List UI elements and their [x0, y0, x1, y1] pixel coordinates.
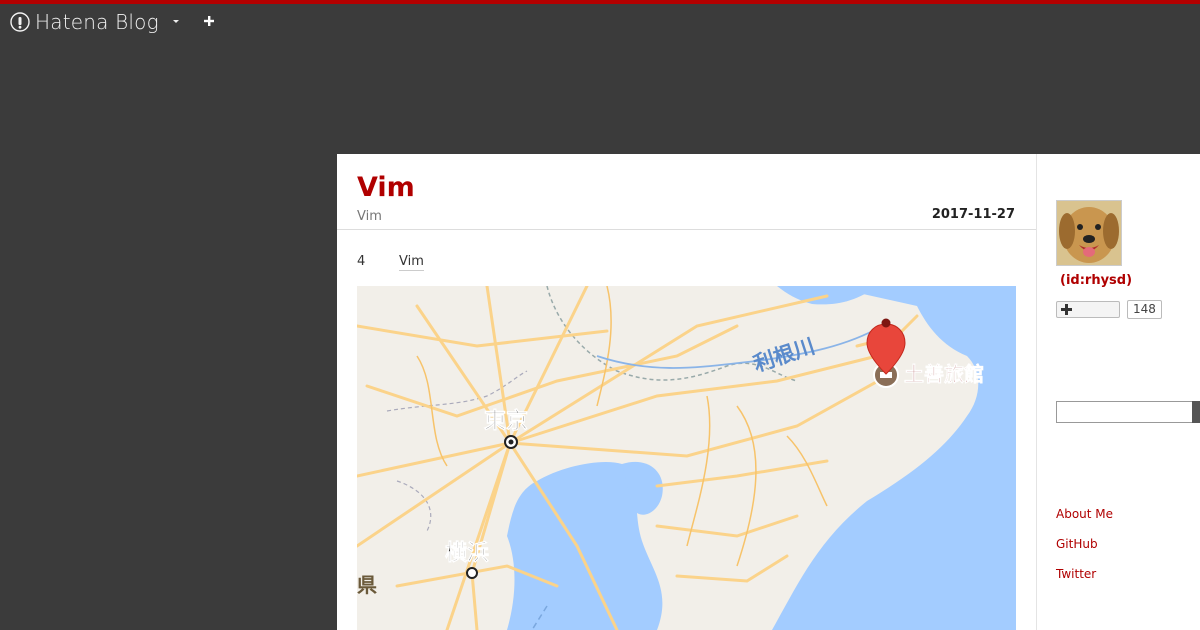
sidebar-link-github[interactable]: GitHub — [1056, 537, 1098, 551]
map-label-yokohama: 横浜 — [445, 541, 489, 566]
sidebar-link-about-me[interactable]: About Me — [1056, 507, 1113, 521]
map-label-inn[interactable]: 土善旅館 — [904, 362, 985, 387]
hatena-blog-logo[interactable]: Hatena Blog — [10, 10, 159, 34]
meta-tag-link[interactable]: Vim — [399, 254, 424, 271]
sidebar: (id:rhysd) 148 About Me GitHub Twitter — [1036, 154, 1200, 630]
post-title[interactable]: Vim — [357, 172, 415, 203]
plus-icon[interactable] — [203, 15, 215, 27]
global-navbar: Hatena Blog — [0, 4, 1200, 40]
search-input[interactable] — [1056, 401, 1193, 423]
caret-down-icon[interactable] — [170, 15, 182, 27]
brand-name: Hatena Blog — [35, 10, 159, 34]
map-label-prefecture: 県 — [357, 573, 377, 597]
user-avatar[interactable] — [1056, 200, 1122, 266]
article-main: Vim Vim 2017-11-27 4 Vim 利根川 東京 横浜 県 土善旅… — [337, 154, 1036, 630]
follower-count: 148 — [1127, 300, 1162, 319]
map-label-tokyo: 東京 — [484, 408, 528, 434]
hatena-logo-icon — [10, 12, 30, 32]
meta-count: 4 — [357, 254, 366, 269]
follow-button[interactable] — [1056, 301, 1120, 318]
search-button[interactable] — [1192, 401, 1200, 423]
user-id-link[interactable]: (id:rhysd) — [1060, 273, 1132, 288]
sidebar-link-twitter[interactable]: Twitter — [1056, 567, 1096, 581]
embedded-map[interactable]: 利根川 東京 横浜 県 土善旅館 — [357, 286, 1016, 630]
post-date[interactable]: 2017-11-27 — [932, 207, 1015, 222]
post-category[interactable]: Vim — [357, 209, 382, 224]
header-divider — [337, 229, 1036, 230]
plus-icon — [1061, 304, 1072, 315]
